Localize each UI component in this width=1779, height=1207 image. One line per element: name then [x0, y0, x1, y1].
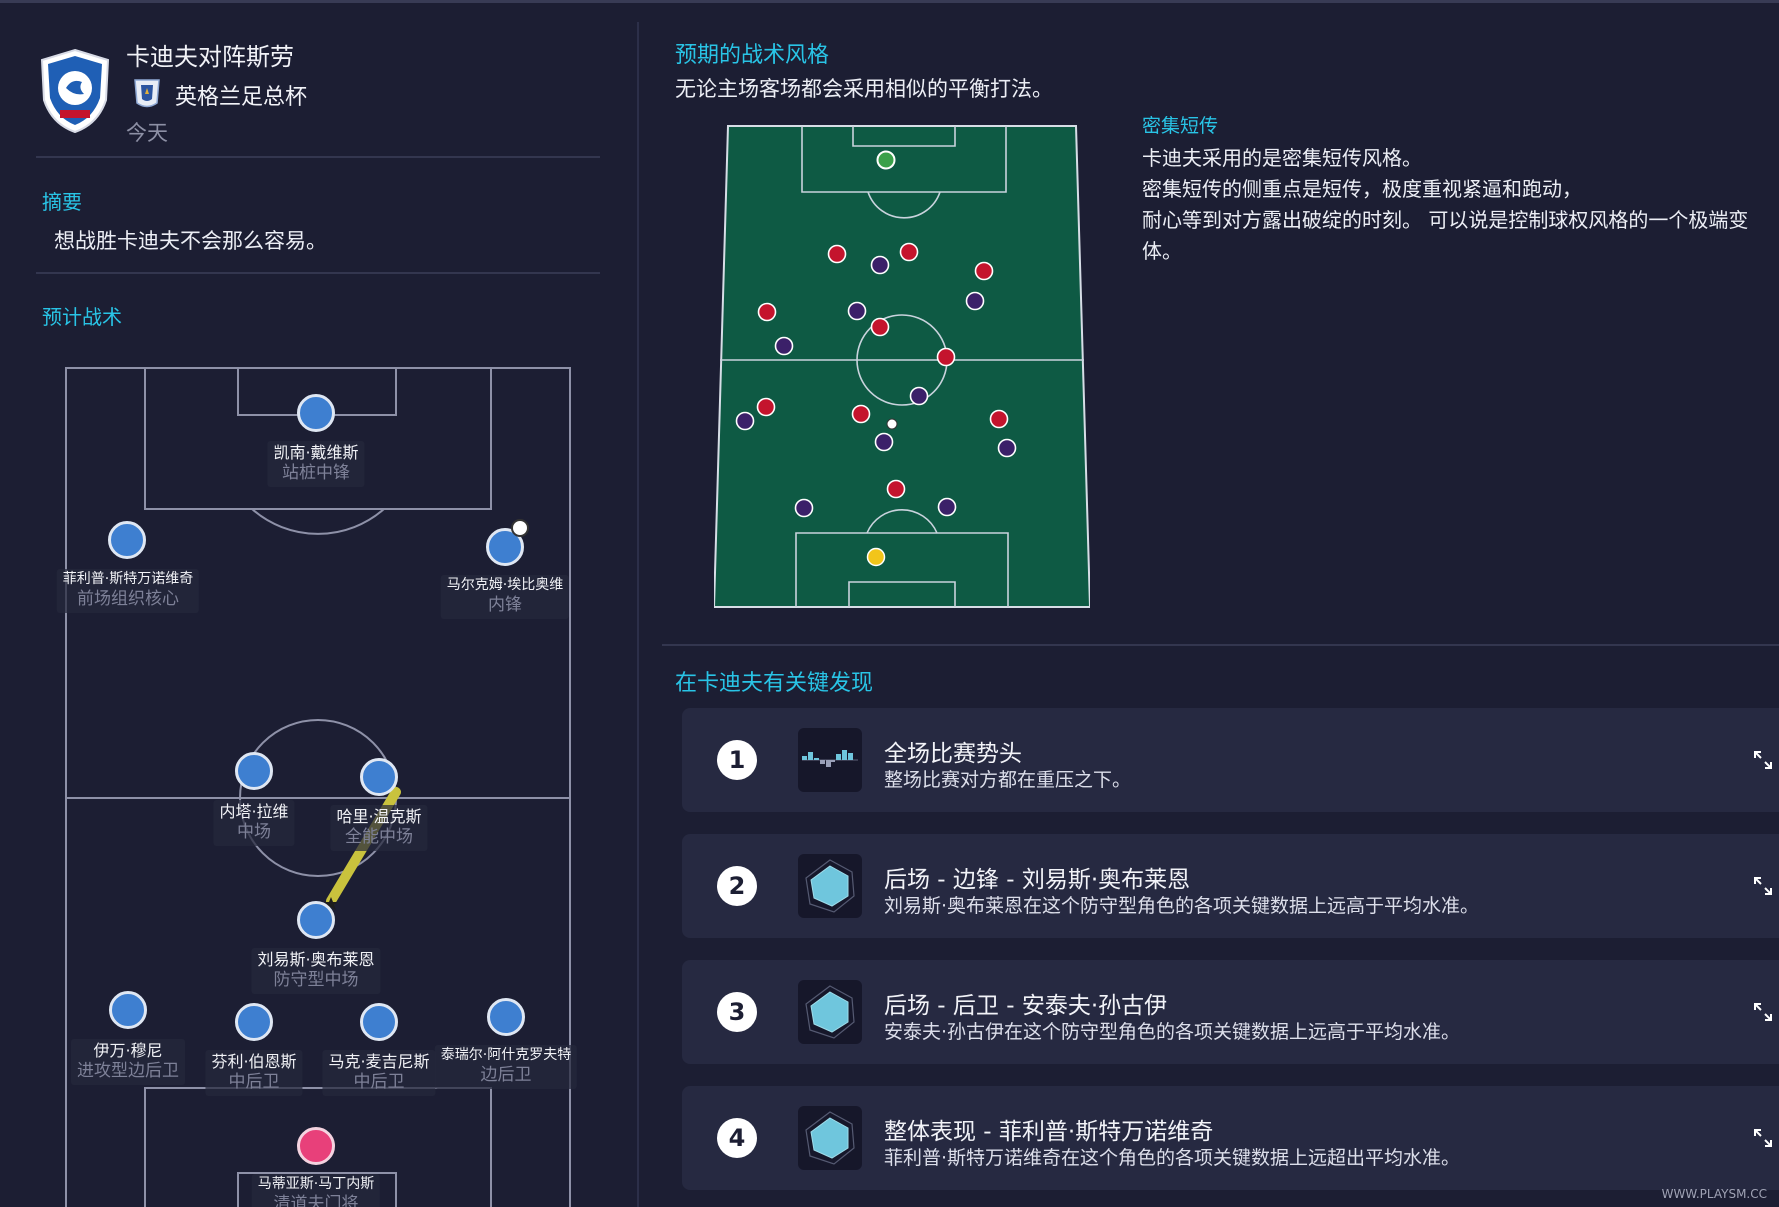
style-pitch-diagram — [714, 125, 1090, 608]
finding-number: 4 — [717, 1118, 757, 1158]
finding-card[interactable]: 1 全场比赛势头 整场比赛对方都在重压之下。 — [682, 708, 1779, 812]
expand-icon[interactable] — [1753, 1002, 1773, 1022]
expand-icon[interactable] — [1753, 876, 1773, 896]
finding-number: 2 — [717, 866, 757, 906]
ball-icon — [511, 519, 529, 537]
radar-chart-icon — [798, 1106, 862, 1170]
finding-title: 全场比赛势头 — [884, 741, 1022, 767]
finding-title: 后场 - 边锋 - 刘易斯·奥布莱恩 — [884, 867, 1191, 893]
player-label[interactable]: 伊万·穆尼 进攻型边后卫 — [71, 1039, 185, 1086]
finding-number: 1 — [717, 740, 757, 780]
style-title: 预期的战术风格 — [675, 43, 830, 68]
player-dot[interactable] — [109, 991, 147, 1029]
style-description: 无论主场客场都会采用相似的平衡打法。 — [675, 77, 1053, 101]
match-date: 今天 — [126, 121, 168, 145]
finding-description: 整场比赛对方都在重压之下。 — [884, 769, 1132, 791]
player-label[interactable]: 刘易斯·奥布莱恩 防守型中场 — [251, 948, 381, 995]
radar-chart-icon — [798, 854, 862, 918]
finding-card[interactable]: 2 后场 - 边锋 - 刘易斯·奥布莱恩 刘易斯·奥布莱恩在这个防守型角色的各项… — [682, 834, 1779, 938]
player-dot[interactable] — [108, 521, 146, 559]
finding-card[interactable]: 4 整体表现 - 菲利普·斯特万诺维奇 菲利普·斯特万诺维奇在这个角色的各项关键… — [682, 1086, 1779, 1190]
tactics-pitch: 凯南·戴维斯 站桩中锋 菲利普·斯特万诺维奇 前场组织核心 马尔克姆·埃比奥维 内锋 … — [56, 358, 578, 1207]
finding-description: 刘易斯·奥布莱恩在这个防守型角色的各项关键数据上远高于平均水准。 — [884, 895, 1480, 917]
expand-icon[interactable] — [1753, 750, 1773, 770]
style-sub-description: 卡迪夫采用的是密集短传风格。 密集短传的侧重点是短传，极度重视紧逼和跑动， 耐心… — [1142, 146, 1749, 263]
goalkeeper-dot[interactable] — [297, 1127, 335, 1165]
player-label[interactable]: 芬利·伯恩斯 中后卫 — [205, 1050, 303, 1097]
cardiff-crest-icon — [40, 48, 110, 134]
expand-icon[interactable] — [1753, 1128, 1773, 1148]
finding-title: 后场 - 后卫 - 安泰夫·孙古伊 — [884, 993, 1168, 1019]
match-title: 卡迪夫对阵斯劳 — [126, 43, 294, 71]
right-panel: 预期的战术风格 无论主场客场都会采用相似的平衡打法。 密集短传 卡迪夫采用的是密… — [639, 3, 1779, 1207]
player-label[interactable]: 哈里·温克斯 全能中场 — [330, 805, 428, 852]
divider — [662, 644, 1779, 646]
fa-cup-icon — [134, 79, 160, 108]
player-label[interactable]: 马尔克姆·埃比奥维 内锋 — [440, 575, 570, 619]
player-label[interactable]: 凯南·戴维斯 站桩中锋 — [267, 441, 365, 488]
player-label[interactable]: 马克·麦吉尼斯 中后卫 — [322, 1050, 436, 1097]
player-label[interactable]: 泰瑞尔·阿什克罗夫特 边后卫 — [434, 1045, 578, 1089]
finding-title: 整体表现 - 菲利普·斯特万诺维奇 — [884, 1119, 1214, 1145]
player-dot[interactable] — [487, 998, 525, 1036]
tactics-title: 预计战术 — [42, 305, 122, 329]
player-dot[interactable] — [297, 901, 335, 939]
player-dot[interactable] — [297, 394, 335, 432]
player-dot[interactable] — [360, 1003, 398, 1041]
finding-number: 3 — [717, 992, 757, 1032]
summary-title: 摘要 — [42, 190, 82, 214]
competition-name[interactable]: 英格兰足总杯 — [175, 79, 307, 111]
player-label[interactable]: 菲利普·斯特万诺维奇 前场组织核心 — [56, 569, 200, 613]
player-dot[interactable] — [235, 752, 273, 790]
watermark: WWW.PLAYSM.CC — [1661, 1187, 1767, 1201]
style-sub-title: 密集短传 — [1142, 115, 1219, 137]
summary-text: 想战胜卡迪夫不会那么容易。 — [54, 229, 327, 253]
left-panel: 卡迪夫对阵斯劳 英格兰足总杯 今天 摘要 想战胜卡迪夫不会那么容易。 预计战术 — [0, 3, 637, 1207]
radar-chart-icon — [798, 980, 862, 1044]
findings-title: 在卡迪夫有关键发现 — [675, 671, 874, 696]
divider — [36, 272, 600, 274]
divider — [36, 156, 600, 158]
player-dot[interactable] — [235, 1003, 273, 1041]
finding-description: 菲利普·斯特万诺维奇在这个角色的各项关键数据上远超出平均水准。 — [884, 1147, 1461, 1169]
finding-card[interactable]: 3 后场 - 后卫 - 安泰夫·孙古伊 安泰夫·孙古伊在这个防守型角色的各项关键… — [682, 960, 1779, 1064]
momentum-graph-icon — [798, 728, 862, 792]
player-label[interactable]: 马蒂亚斯·马丁内斯 清道夫门将 — [251, 1174, 381, 1207]
player-dot[interactable] — [360, 758, 398, 796]
player-label[interactable]: 内塔·拉维 中场 — [213, 800, 295, 847]
finding-description: 安泰夫·孙古伊在这个防守型角色的各项关键数据上远高于平均水准。 — [884, 1021, 1461, 1043]
